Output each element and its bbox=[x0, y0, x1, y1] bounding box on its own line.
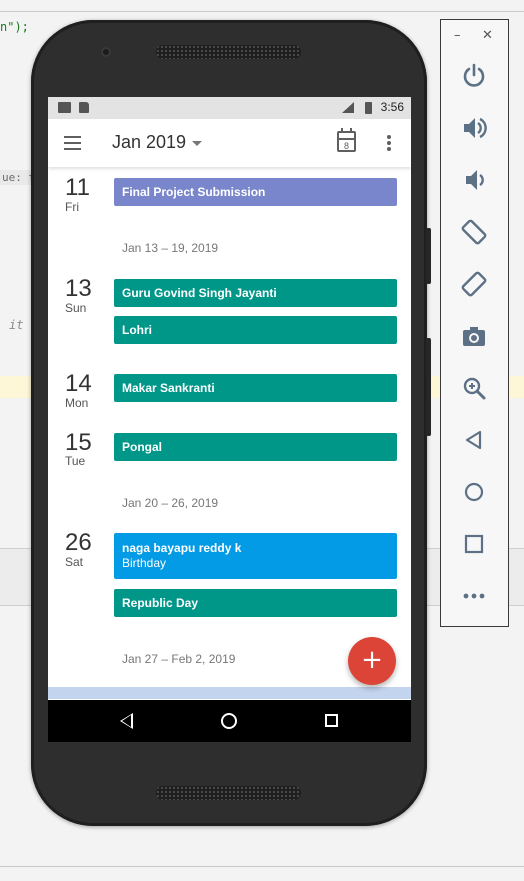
emulator-toolbar: – ✕ bbox=[440, 19, 509, 627]
today-day-number: 8 bbox=[339, 138, 354, 152]
day-number: 14 bbox=[65, 370, 92, 397]
today-calendar-icon[interactable]: 8 bbox=[337, 128, 356, 152]
day-name: Fri bbox=[65, 200, 79, 214]
front-camera bbox=[101, 47, 111, 57]
event-chip[interactable]: Republic Day bbox=[114, 589, 397, 617]
more-vert-icon[interactable] bbox=[387, 135, 391, 151]
back-icon[interactable] bbox=[120, 713, 133, 729]
day-name: Mon bbox=[65, 396, 89, 410]
bottom-speaker bbox=[156, 786, 301, 800]
event-title: naga bayapu reddy k bbox=[122, 541, 242, 555]
agenda-list: 11 Fri Final Project Submission Jan 13 –… bbox=[48, 167, 411, 687]
rotate-right-icon[interactable] bbox=[460, 270, 488, 298]
week-header: Jan 27 – Feb 2, 2019 bbox=[122, 652, 236, 666]
home-icon[interactable] bbox=[460, 478, 488, 506]
volume-side-button[interactable] bbox=[426, 338, 431, 436]
chevron-down-icon[interactable] bbox=[192, 141, 202, 146]
event-chip[interactable]: Makar Sankranti bbox=[114, 374, 397, 402]
mail-icon bbox=[58, 102, 71, 113]
volume-down-icon[interactable] bbox=[460, 166, 488, 194]
status-bar: 3:56 bbox=[48, 97, 411, 119]
more-icon[interactable] bbox=[460, 582, 488, 610]
minimize-icon[interactable]: – bbox=[454, 28, 461, 43]
navigation-bar bbox=[48, 700, 411, 742]
ide-divider bbox=[0, 11, 524, 12]
sd-card-icon bbox=[79, 102, 89, 113]
code-comment: it bbox=[9, 318, 24, 332]
app-bar: Jan 2019 8 bbox=[48, 119, 411, 167]
volume-up-icon[interactable] bbox=[460, 114, 488, 142]
day-name: Sun bbox=[65, 301, 87, 315]
event-chip[interactable]: Pongal bbox=[114, 433, 397, 461]
month-title[interactable]: Jan 2019 bbox=[112, 132, 186, 153]
day-number: 26 bbox=[65, 529, 92, 556]
zoom-icon[interactable] bbox=[460, 374, 488, 402]
add-event-button[interactable]: + bbox=[348, 637, 396, 685]
week-header: Jan 13 – 19, 2019 bbox=[122, 241, 219, 255]
event-chip-birthday[interactable]: naga bayapu reddy k Birthday bbox=[114, 533, 397, 579]
event-chip[interactable]: Lohri bbox=[114, 316, 397, 344]
day-number: 15 bbox=[65, 429, 92, 456]
code-fragment: n"); bbox=[0, 20, 29, 34]
rotate-left-icon[interactable] bbox=[460, 218, 488, 246]
illustration-strip bbox=[48, 687, 411, 699]
signal-icon bbox=[342, 102, 354, 113]
battery-icon bbox=[365, 102, 372, 114]
day-number: 11 bbox=[65, 174, 90, 201]
power-side-button[interactable] bbox=[426, 228, 431, 284]
day-name: Sat bbox=[65, 555, 84, 569]
device-screen: 3:56 Jan 2019 8 11 Fri Final Project Sub… bbox=[48, 97, 411, 742]
home-icon[interactable] bbox=[221, 713, 237, 729]
day-name: Tue bbox=[65, 454, 86, 468]
top-speaker bbox=[156, 45, 301, 59]
status-time: 3:56 bbox=[380, 100, 404, 114]
overview-icon[interactable] bbox=[460, 530, 488, 558]
week-header: Jan 20 – 26, 2019 bbox=[122, 496, 219, 510]
event-chip[interactable]: Final Project Submission bbox=[114, 178, 397, 206]
overview-icon[interactable] bbox=[325, 714, 338, 727]
day-number: 13 bbox=[65, 275, 92, 302]
event-subtitle: Birthday bbox=[122, 556, 167, 570]
ide-divider bbox=[0, 866, 524, 867]
back-icon[interactable] bbox=[460, 426, 488, 454]
menu-icon[interactable] bbox=[64, 136, 81, 150]
power-icon[interactable] bbox=[460, 62, 488, 90]
close-icon[interactable]: ✕ bbox=[482, 28, 493, 43]
camera-icon[interactable] bbox=[460, 322, 488, 350]
event-chip[interactable]: Guru Govind Singh Jayanti bbox=[114, 279, 397, 307]
